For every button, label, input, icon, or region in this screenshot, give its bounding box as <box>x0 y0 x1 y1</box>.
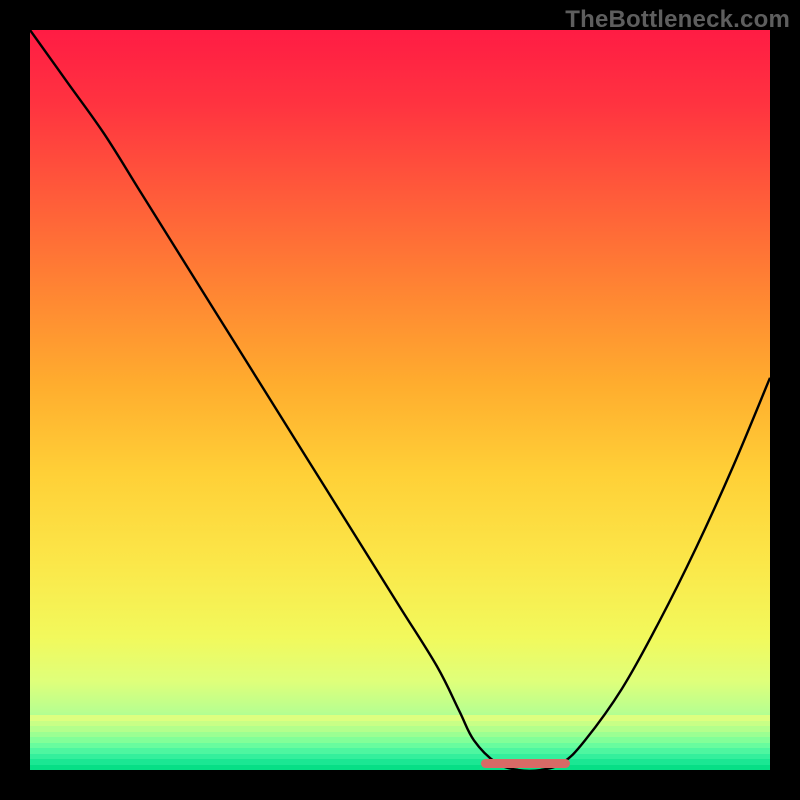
minimum-marker <box>481 759 570 768</box>
plot-area <box>30 30 770 770</box>
watermark-text: TheBottleneck.com <box>565 6 790 34</box>
curve-path <box>30 30 770 770</box>
chart-frame: TheBottleneck.com <box>0 0 800 800</box>
bottleneck-curve <box>30 30 770 770</box>
